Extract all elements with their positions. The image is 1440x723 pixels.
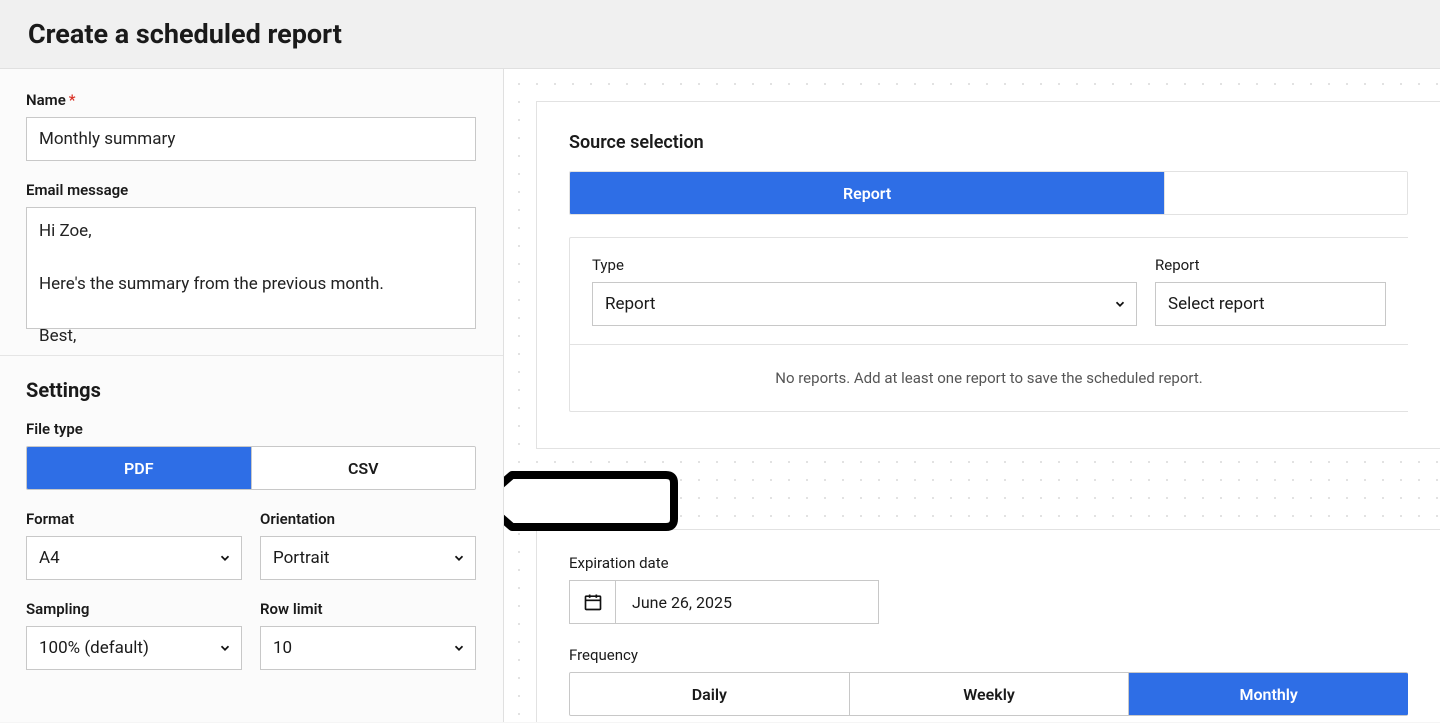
source-config-box: Type Report Report Select report bbox=[569, 237, 1408, 412]
format-select-value: A4 bbox=[26, 536, 242, 580]
file-type-label: File type bbox=[26, 420, 477, 438]
settings-section: Settings File type PDF CSV Format A4 bbox=[0, 355, 503, 696]
type-select-value: Report bbox=[592, 282, 1137, 326]
email-message-input[interactable]: Hi Zoe, Here's the summary from the prev… bbox=[26, 207, 476, 329]
format-col: Format A4 bbox=[26, 510, 242, 580]
empty-reports-message: No reports. Add at least one report to s… bbox=[570, 344, 1408, 411]
orientation-col: Orientation Portrait bbox=[260, 510, 476, 580]
email-field-group: Email message Hi Zoe, Here's the summary… bbox=[26, 181, 477, 329]
sampling-label: Sampling bbox=[26, 600, 242, 618]
report-select[interactable]: Select report bbox=[1155, 282, 1386, 326]
report-select-value: Select report bbox=[1155, 282, 1386, 326]
type-select[interactable]: Report bbox=[592, 282, 1137, 326]
name-label-text: Name bbox=[26, 91, 66, 109]
expiration-date-value: June 26, 2025 bbox=[616, 581, 878, 623]
source-config-row: Type Report Report Select report bbox=[570, 238, 1408, 344]
type-col: Type Report bbox=[592, 256, 1137, 326]
callout-arrow-icon bbox=[504, 469, 678, 533]
file-type-csv-button[interactable]: CSV bbox=[251, 447, 476, 489]
settings-heading: Settings bbox=[26, 378, 477, 402]
expiration-group: Expiration date June 26, 2025 bbox=[569, 554, 1408, 624]
rowlimit-select[interactable]: 10 bbox=[260, 626, 476, 670]
orientation-select-value: Portrait bbox=[260, 536, 476, 580]
basic-info-section: Name* Email message Hi Zoe, Here's the s… bbox=[0, 69, 503, 355]
report-col: Report Select report bbox=[1155, 256, 1386, 326]
email-label: Email message bbox=[26, 181, 477, 199]
frequency-group: Frequency Daily Weekly Monthly bbox=[569, 646, 1408, 716]
calendar-icon bbox=[570, 581, 616, 623]
schedule-card: Expiration date June 26, 2025 Frequency … bbox=[536, 529, 1440, 722]
orientation-select[interactable]: Portrait bbox=[260, 536, 476, 580]
page-title: Create a scheduled report bbox=[28, 18, 1412, 50]
sampling-col: Sampling 100% (default) bbox=[26, 600, 242, 670]
expiration-label: Expiration date bbox=[569, 554, 1408, 572]
expiration-date-picker[interactable]: June 26, 2025 bbox=[569, 580, 879, 624]
page-header: Create a scheduled report bbox=[0, 0, 1440, 69]
frequency-toggle: Daily Weekly Monthly bbox=[569, 672, 1408, 716]
orientation-label: Orientation bbox=[260, 510, 476, 528]
file-type-toggle: PDF CSV bbox=[26, 446, 476, 490]
rowlimit-select-value: 10 bbox=[260, 626, 476, 670]
format-select[interactable]: A4 bbox=[26, 536, 242, 580]
source-selection-card: Source selection Report Type Report bbox=[536, 101, 1440, 449]
format-label: Format bbox=[26, 510, 242, 528]
required-star-icon: * bbox=[69, 91, 76, 109]
frequency-weekly-button[interactable]: Weekly bbox=[849, 673, 1129, 715]
source-tabs: Report bbox=[569, 171, 1408, 215]
main-layout: Name* Email message Hi Zoe, Here's the s… bbox=[0, 69, 1440, 722]
report-label: Report bbox=[1155, 256, 1386, 274]
source-selection-title: Source selection bbox=[569, 132, 1408, 153]
name-field-group: Name* bbox=[26, 91, 477, 161]
sampling-select[interactable]: 100% (default) bbox=[26, 626, 242, 670]
rowlimit-label: Row limit bbox=[260, 600, 476, 618]
file-type-pdf-button[interactable]: PDF bbox=[27, 447, 251, 489]
format-orientation-row: Format A4 Orientation Portrait bbox=[26, 510, 476, 580]
frequency-label: Frequency bbox=[569, 646, 1408, 664]
source-tab-other[interactable] bbox=[1164, 172, 1407, 214]
frequency-daily-button[interactable]: Daily bbox=[570, 673, 849, 715]
type-label: Type bbox=[592, 256, 1137, 274]
name-label: Name* bbox=[26, 91, 477, 109]
sampling-select-value: 100% (default) bbox=[26, 626, 242, 670]
file-type-group: File type PDF CSV bbox=[26, 420, 477, 490]
left-panel: Name* Email message Hi Zoe, Here's the s… bbox=[0, 69, 504, 722]
source-tab-report[interactable]: Report bbox=[570, 172, 1164, 214]
sampling-rowlimit-row: Sampling 100% (default) Row limit 10 bbox=[26, 600, 476, 670]
rowlimit-col: Row limit 10 bbox=[260, 600, 476, 670]
name-input[interactable] bbox=[26, 117, 476, 161]
right-panel: Source selection Report Type Report bbox=[504, 69, 1440, 722]
frequency-monthly-button[interactable]: Monthly bbox=[1128, 673, 1408, 715]
